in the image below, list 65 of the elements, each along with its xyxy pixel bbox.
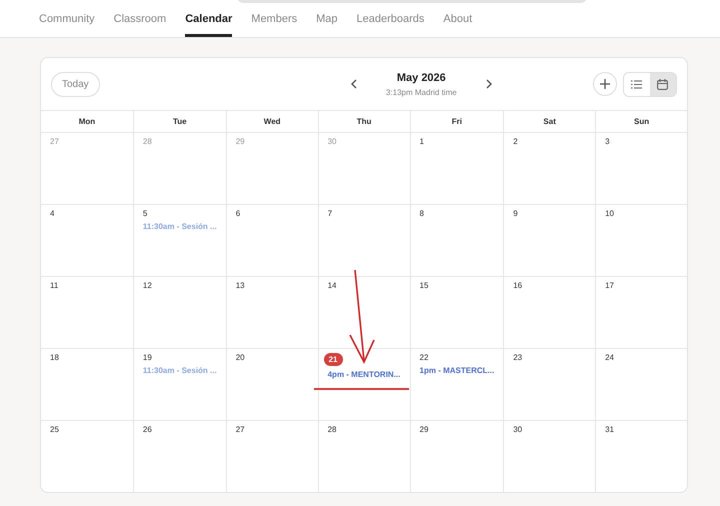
day-number: 17: [605, 281, 614, 290]
weekday-header: Tue: [132, 110, 226, 132]
day-number: 7: [328, 209, 332, 218]
plus-icon: [600, 79, 610, 89]
day-number: 8: [420, 209, 424, 218]
weekday-header: Thu: [318, 110, 410, 132]
day-number: 22: [420, 353, 428, 362]
nav-tab[interactable]: Calendar: [185, 13, 232, 37]
month-view-button[interactable]: [650, 72, 676, 96]
day-number: 5: [142, 209, 148, 218]
day-number: 24: [605, 353, 614, 362]
next-month-button[interactable]: [484, 79, 493, 89]
day-number: 28: [328, 425, 337, 434]
day-number: 12: [142, 281, 152, 290]
weekday-header: Sat: [503, 110, 596, 132]
nav-tab[interactable]: Community: [39, 13, 95, 37]
nav-tab[interactable]: About: [443, 13, 472, 37]
today-badge: 21: [324, 353, 343, 366]
day-number: 3: [605, 137, 610, 146]
add-button[interactable]: [592, 72, 617, 96]
previous-month-button[interactable]: [350, 79, 358, 89]
day-number: 16: [513, 281, 522, 290]
day-number: 23: [513, 353, 522, 362]
weekday-header: Sun: [595, 110, 687, 132]
nav-tab[interactable]: Leaderboards: [356, 13, 424, 37]
day-number: 25: [50, 425, 59, 434]
day-number: 29: [420, 425, 428, 434]
calendar-icon: [657, 78, 668, 90]
event-link[interactable]: 4pm - MENTORIN...: [328, 370, 400, 379]
day-number: 20: [236, 353, 245, 362]
day-number: 30: [513, 425, 522, 434]
weekday-header: Wed: [226, 110, 318, 132]
local-time: 3:13pm Madrid time: [386, 88, 457, 96]
day-number: 26: [142, 425, 152, 434]
day-number: 1: [420, 137, 424, 146]
day-number: 29: [236, 137, 245, 146]
weekday-header: Fri: [410, 110, 504, 132]
list-icon: [631, 80, 642, 88]
event-link[interactable]: 1pm - MASTERCL...: [420, 366, 494, 375]
nav-tab[interactable]: Classroom: [114, 13, 166, 37]
day-number: 13: [236, 281, 245, 290]
day-number: 18: [50, 353, 59, 362]
weekday-header: Mon: [41, 110, 133, 132]
day-number: 4: [50, 209, 54, 218]
day-number: 14: [328, 281, 337, 290]
day-number: 2: [513, 137, 518, 146]
chevron-right-icon: [484, 79, 493, 89]
event-link[interactable]: 11:30am - Sesión ...: [142, 222, 217, 231]
nav-tab[interactable]: Map: [316, 13, 338, 37]
nav-tab[interactable]: Members: [251, 13, 298, 37]
day-number: 6: [236, 209, 240, 218]
day-number: 27: [50, 137, 59, 146]
day-number: 30: [328, 137, 337, 146]
day-number: 10: [605, 209, 614, 218]
day-number: 31: [605, 425, 614, 434]
chevron-left-icon: [350, 79, 358, 89]
today-button[interactable]: Today: [51, 72, 100, 96]
month-title: May 2026: [396, 72, 446, 84]
day-number: 27: [236, 425, 245, 434]
day-number: 28: [142, 137, 152, 146]
event-link[interactable]: 11:30am - Sesión ...: [142, 366, 217, 375]
day-number: 15: [420, 281, 428, 290]
day-number: 19: [142, 353, 152, 362]
day-number: 11: [50, 281, 58, 290]
day-number: 9: [513, 209, 518, 218]
